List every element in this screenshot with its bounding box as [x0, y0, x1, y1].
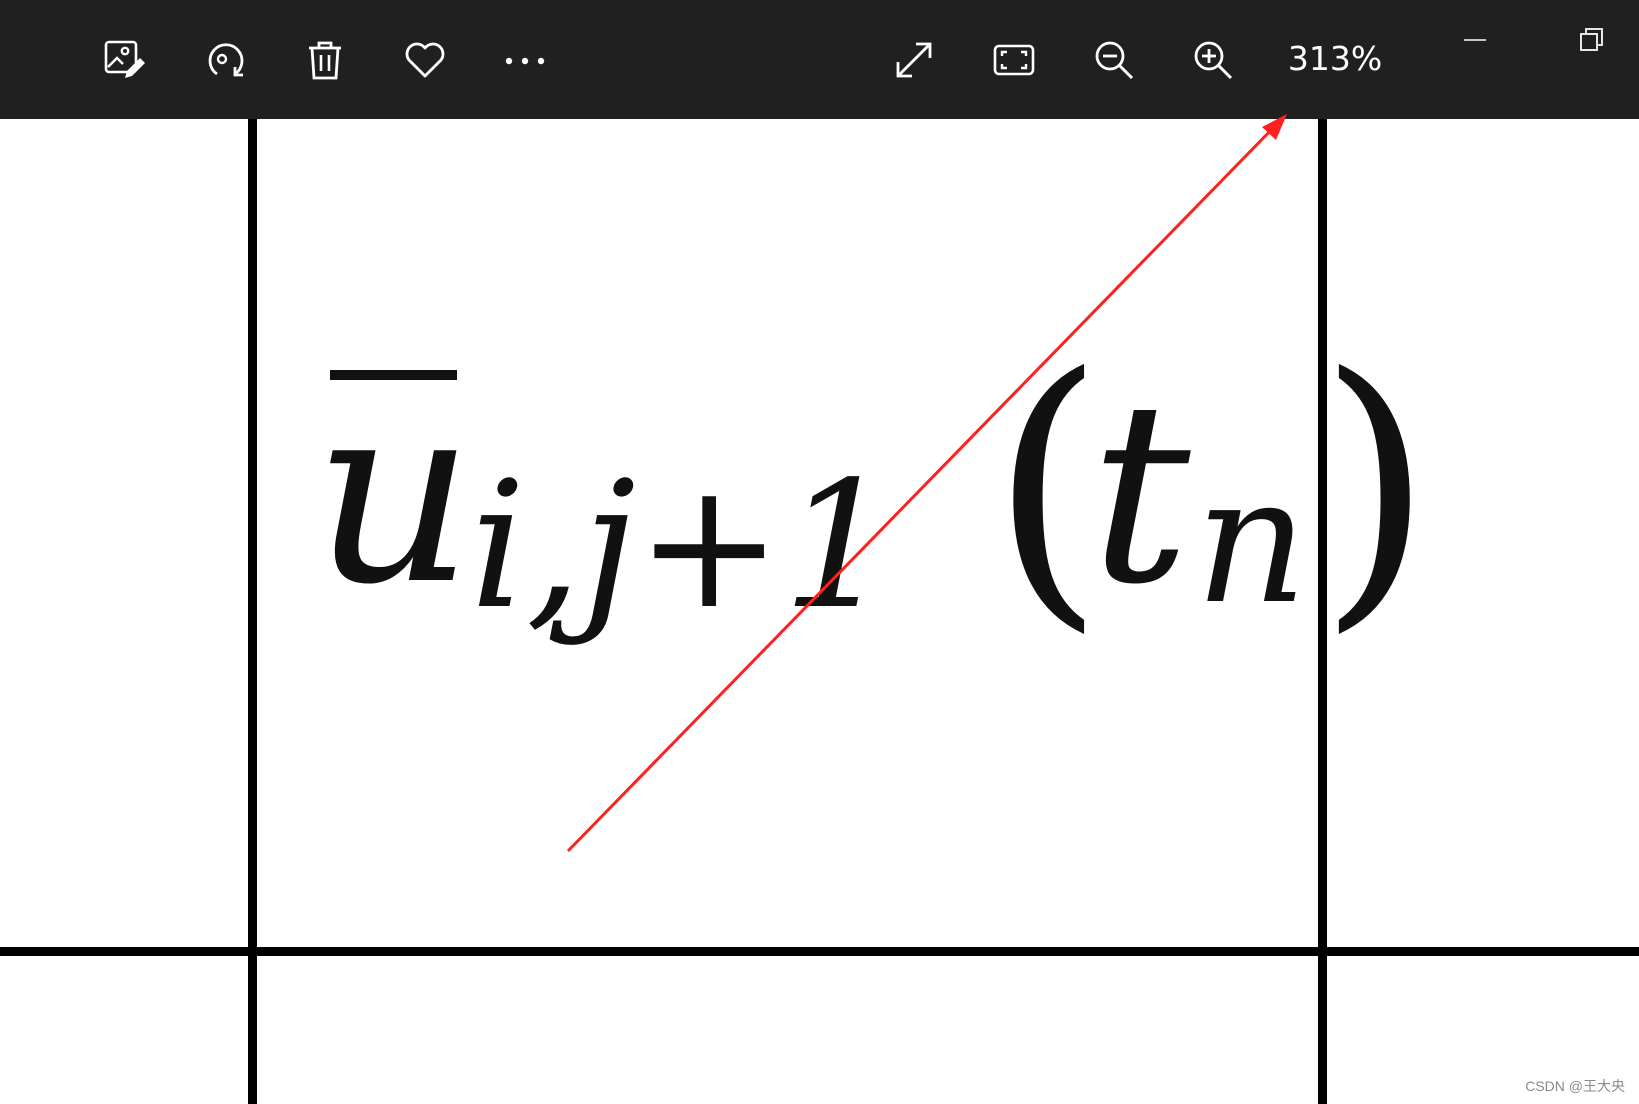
- formula-argument: t: [1090, 348, 1191, 639]
- formula-base: u: [313, 348, 475, 639]
- rotate-button[interactable]: [196, 31, 254, 89]
- edit-image-button[interactable]: [96, 31, 154, 89]
- watermark: CSDN @王大央: [1525, 1078, 1625, 1094]
- delete-button[interactable]: [296, 31, 354, 89]
- image-canvas[interactable]: u i,j+1 ( t n ): [0, 119, 1639, 1104]
- fit-to-window-icon: [993, 44, 1035, 76]
- heart-icon: [405, 42, 445, 78]
- toolbar: 313%: [0, 0, 1639, 119]
- rotate-icon: [208, 43, 244, 77]
- more-button[interactable]: [496, 31, 554, 89]
- more-icon: [505, 57, 545, 65]
- fit-to-window-button[interactable]: [985, 31, 1043, 89]
- photo-viewer-window: 313% u i,j+1 ( t n ) CSDN @王大央: [0, 0, 1639, 1104]
- delete-icon: [309, 41, 341, 80]
- formula-subscript: i,j+1: [470, 445, 894, 648]
- minimize-button[interactable]: [1450, 18, 1500, 62]
- edit-image-icon: [104, 40, 145, 78]
- restore-button[interactable]: [1567, 18, 1617, 62]
- formula: u i,j+1 ( t n ): [0, 119, 1639, 1104]
- expand-button[interactable]: [885, 31, 943, 89]
- favorite-button[interactable]: [396, 31, 454, 89]
- minimize-icon: [1464, 39, 1486, 41]
- zoom-out-icon: [1095, 41, 1134, 80]
- zoom-out-button[interactable]: [1085, 31, 1143, 89]
- formula-argument-subscript: n: [1195, 440, 1308, 643]
- zoom-level[interactable]: 313%: [1282, 34, 1388, 84]
- restore-icon: [1580, 28, 1603, 51]
- formula-open-paren: (: [990, 314, 1106, 658]
- zoom-in-button[interactable]: [1184, 31, 1242, 89]
- zoom-in-icon: [1194, 41, 1233, 80]
- expand-icon: [896, 42, 932, 78]
- formula-close-paren: ): [1318, 314, 1434, 658]
